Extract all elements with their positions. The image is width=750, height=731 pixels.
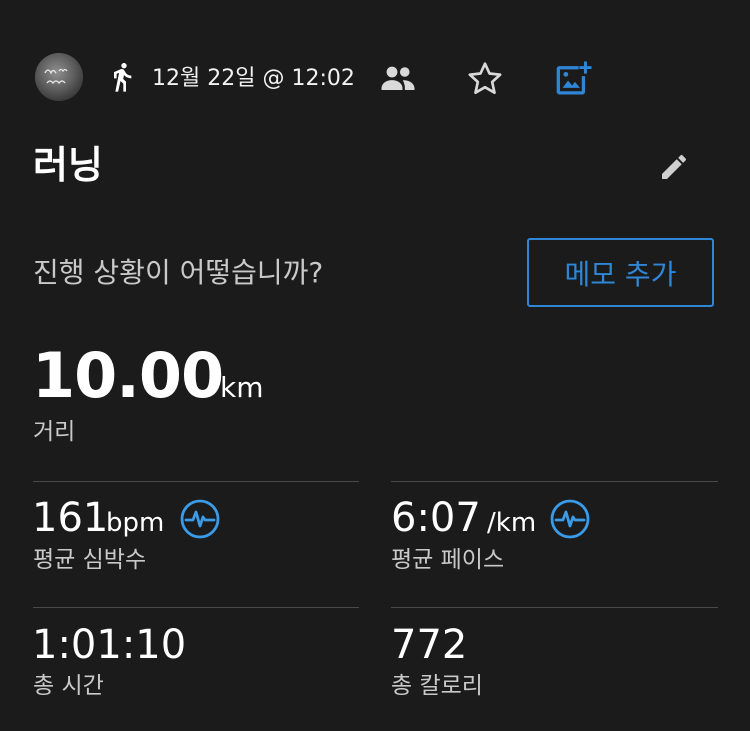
avatar[interactable] [35, 53, 83, 101]
total-time-value: 1:01:10 [32, 622, 187, 668]
pace-value: 6:07 [391, 495, 481, 541]
divider [33, 607, 359, 608]
feeling-prompt: 진행 상황이 어떻습니까? [33, 256, 324, 289]
divider [391, 481, 718, 482]
avatar-image [35, 53, 83, 101]
distance-unit: km [220, 371, 264, 404]
divider [391, 607, 718, 608]
activity-date: 12월 22일 @ 12:02 [152, 66, 355, 91]
star-outline-icon[interactable] [465, 59, 505, 99]
divider [33, 481, 359, 482]
heart-rate-chart-icon[interactable] [180, 499, 220, 539]
heart-rate-unit: bpm [106, 508, 165, 538]
distance-label: 거리 [33, 419, 76, 445]
running-icon [114, 63, 132, 92]
pace-unit: /km [487, 508, 537, 538]
total-time-label: 총 시간 [33, 673, 104, 699]
people-icon[interactable] [380, 63, 416, 93]
pencil-icon[interactable] [658, 151, 690, 183]
distance-value: 10.00 [32, 339, 224, 412]
add-photo-icon[interactable] [553, 56, 597, 100]
heart-rate-value: 161 [32, 495, 109, 541]
heart-rate-label: 평균 심박수 [33, 547, 147, 573]
calories-value: 772 [391, 622, 468, 668]
activity-title: 러닝 [33, 143, 103, 187]
add-memo-button[interactable]: 메모 추가 [527, 238, 714, 307]
pace-chart-icon[interactable] [550, 499, 590, 539]
pace-label: 평균 페이스 [391, 547, 505, 573]
calories-label: 총 칼로리 [391, 673, 483, 699]
